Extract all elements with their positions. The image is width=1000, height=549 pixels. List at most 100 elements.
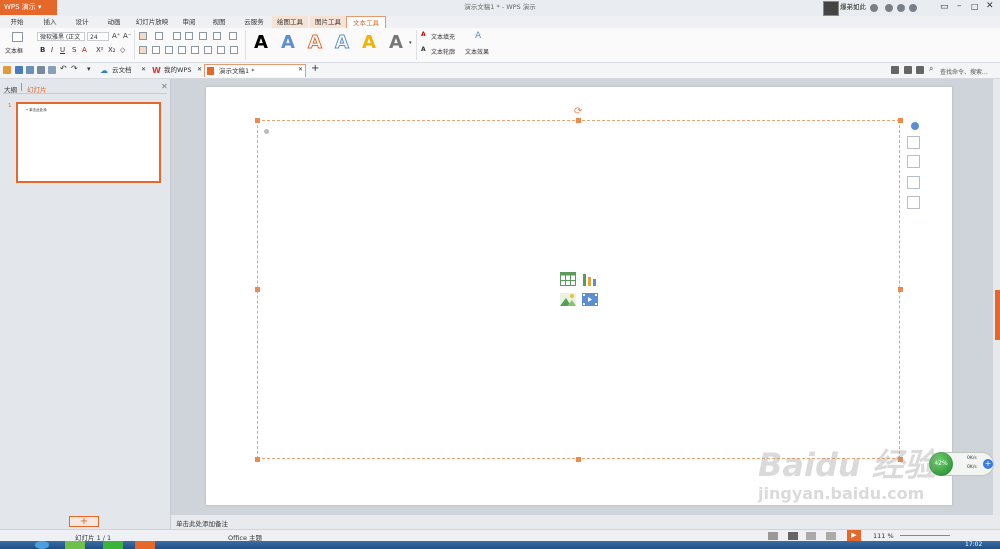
text-style-orange-outline[interactable]: A bbox=[306, 31, 324, 55]
chat-icon[interactable] bbox=[891, 66, 899, 74]
underline-icon[interactable]: U bbox=[60, 46, 65, 54]
add-icon[interactable]: + bbox=[983, 459, 993, 469]
italic-icon[interactable]: I bbox=[51, 46, 53, 54]
text-outline-icon[interactable]: A bbox=[421, 46, 426, 53]
resize-handle[interactable] bbox=[255, 118, 260, 123]
settings-icon[interactable] bbox=[897, 4, 905, 12]
tab-review[interactable]: 审阅 bbox=[176, 16, 202, 28]
notes-toggle-icon[interactable] bbox=[768, 532, 778, 540]
redo-icon[interactable]: ↷ bbox=[71, 64, 78, 73]
align-left-icon[interactable] bbox=[139, 46, 147, 54]
distribute-icon[interactable] bbox=[191, 46, 199, 54]
text-style-blue-outline[interactable]: A bbox=[333, 31, 351, 55]
tab-home[interactable]: 开始 bbox=[2, 16, 32, 28]
tab-insert[interactable]: 插入 bbox=[36, 16, 64, 28]
font-name-select[interactable]: 微软雅黑 (正文 bbox=[37, 32, 85, 41]
align-right-icon[interactable] bbox=[165, 46, 173, 54]
text-style-black[interactable]: A bbox=[252, 31, 270, 55]
maximize-icon[interactable]: □ bbox=[971, 2, 979, 11]
resize-handle[interactable] bbox=[255, 287, 260, 292]
resize-handle[interactable] bbox=[255, 457, 260, 462]
fill-icon[interactable] bbox=[907, 155, 920, 168]
close-tab-icon[interactable]: ✕ bbox=[197, 66, 202, 73]
text-fill-icon[interactable]: A bbox=[421, 31, 426, 38]
text-fill-button[interactable]: 文本填充 bbox=[431, 32, 455, 41]
tab-design[interactable]: 设计 bbox=[68, 16, 96, 28]
play-slideshow-button[interactable]: ▶ bbox=[847, 530, 861, 541]
text-style-gray[interactable]: A bbox=[387, 31, 405, 55]
text-direction-icon[interactable] bbox=[213, 32, 221, 40]
export-pdf-icon[interactable] bbox=[26, 66, 34, 74]
font-color-icon[interactable]: A bbox=[82, 46, 87, 54]
minimize-icon[interactable]: – bbox=[957, 1, 962, 11]
paragraph-spacing-icon[interactable] bbox=[204, 46, 212, 54]
numbering-icon[interactable] bbox=[155, 32, 163, 40]
zoom-slider[interactable] bbox=[900, 535, 950, 536]
start-orb-icon[interactable] bbox=[35, 541, 49, 549]
add-slide-button[interactable]: + bbox=[69, 516, 99, 527]
scrollbar-thumb[interactable] bbox=[995, 290, 1000, 340]
text-effect-button[interactable]: 文本效果 bbox=[465, 47, 489, 56]
tab-presentation[interactable]: 演示文稿1 * bbox=[204, 64, 306, 77]
resize-handle[interactable] bbox=[898, 118, 903, 123]
text-effect-icon[interactable]: A bbox=[475, 31, 481, 41]
text-style-blue[interactable]: A bbox=[279, 31, 297, 55]
undo-icon[interactable]: ↶ bbox=[60, 64, 67, 73]
subscript-icon[interactable]: X₂ bbox=[108, 46, 116, 54]
font-size-select[interactable]: 24 bbox=[87, 32, 109, 41]
columns-icon[interactable] bbox=[199, 32, 207, 40]
justify-icon[interactable] bbox=[178, 46, 186, 54]
textbox-button[interactable]: 文本框 bbox=[5, 46, 23, 55]
tab-my-wps[interactable]: W 我的WPS bbox=[150, 64, 200, 77]
line-spacing-icon[interactable] bbox=[229, 32, 237, 40]
customize-icon[interactable]: ▾ bbox=[87, 65, 91, 73]
collapse-tools-icon[interactable] bbox=[911, 122, 919, 130]
help-icon[interactable] bbox=[909, 4, 917, 12]
bullets-icon[interactable] bbox=[139, 32, 147, 40]
insert-video-icon[interactable] bbox=[582, 293, 598, 306]
search-input[interactable]: 查找命令、搜索... bbox=[940, 67, 988, 76]
superscript-icon[interactable]: X² bbox=[96, 46, 104, 54]
insert-chart-icon[interactable] bbox=[582, 272, 598, 286]
reading-view-icon[interactable] bbox=[826, 532, 836, 540]
slide-thumbnail[interactable]: • 单击此处添 bbox=[16, 102, 161, 183]
user-name[interactable]: 爆弟如此 bbox=[840, 0, 866, 15]
vertical-align-icon[interactable] bbox=[217, 46, 225, 54]
avatar[interactable] bbox=[823, 1, 839, 16]
clear-format-icon[interactable]: ◇ bbox=[120, 46, 125, 54]
content-placeholder[interactable] bbox=[257, 120, 900, 459]
close-pane-icon[interactable]: ✕ bbox=[161, 82, 168, 91]
shrink-font-icon[interactable]: A⁻ bbox=[123, 32, 131, 40]
shape-style-icon[interactable] bbox=[907, 136, 920, 149]
clock-icon[interactable] bbox=[870, 4, 878, 12]
decrease-indent-icon[interactable] bbox=[173, 32, 181, 40]
collapse-ribbon-icon[interactable] bbox=[916, 66, 924, 74]
taskbar-app-icon[interactable] bbox=[103, 541, 123, 549]
resize-handle[interactable] bbox=[576, 118, 581, 123]
insert-picture-icon[interactable] bbox=[560, 293, 576, 306]
tab-view[interactable]: 视图 bbox=[206, 16, 232, 28]
tab-cloud[interactable]: 云服务 bbox=[238, 16, 270, 28]
textbox-icon[interactable] bbox=[12, 32, 23, 42]
text-style-gold[interactable]: A bbox=[360, 31, 378, 55]
close-tab-icon[interactable]: ✕ bbox=[141, 66, 146, 73]
sorter-view-icon[interactable] bbox=[806, 532, 816, 540]
search-icon[interactable]: ⌕ bbox=[929, 64, 933, 74]
open-icon[interactable] bbox=[3, 66, 11, 74]
text-outline-button[interactable]: 文本轮廓 bbox=[431, 47, 455, 56]
outline-icon[interactable] bbox=[907, 176, 920, 189]
bold-icon[interactable]: B bbox=[40, 46, 45, 54]
shadow-icon[interactable]: S bbox=[72, 46, 76, 54]
close-tab-icon[interactable]: ✕ bbox=[298, 66, 303, 73]
normal-view-icon[interactable] bbox=[788, 532, 798, 540]
rotate-handle-icon[interactable]: ⟳ bbox=[574, 106, 582, 117]
insert-table-icon[interactable] bbox=[560, 272, 576, 286]
print-icon[interactable] bbox=[37, 66, 45, 74]
tab-drawing-tools[interactable]: 绘图工具 bbox=[272, 16, 308, 28]
skin-icon[interactable] bbox=[885, 4, 893, 12]
save-icon[interactable] bbox=[15, 66, 23, 74]
text-align-icon[interactable] bbox=[230, 46, 238, 54]
increase-indent-icon[interactable] bbox=[185, 32, 193, 40]
close-icon[interactable]: ✕ bbox=[986, 1, 994, 11]
tab-text-tools[interactable]: 文本工具 bbox=[346, 16, 386, 28]
